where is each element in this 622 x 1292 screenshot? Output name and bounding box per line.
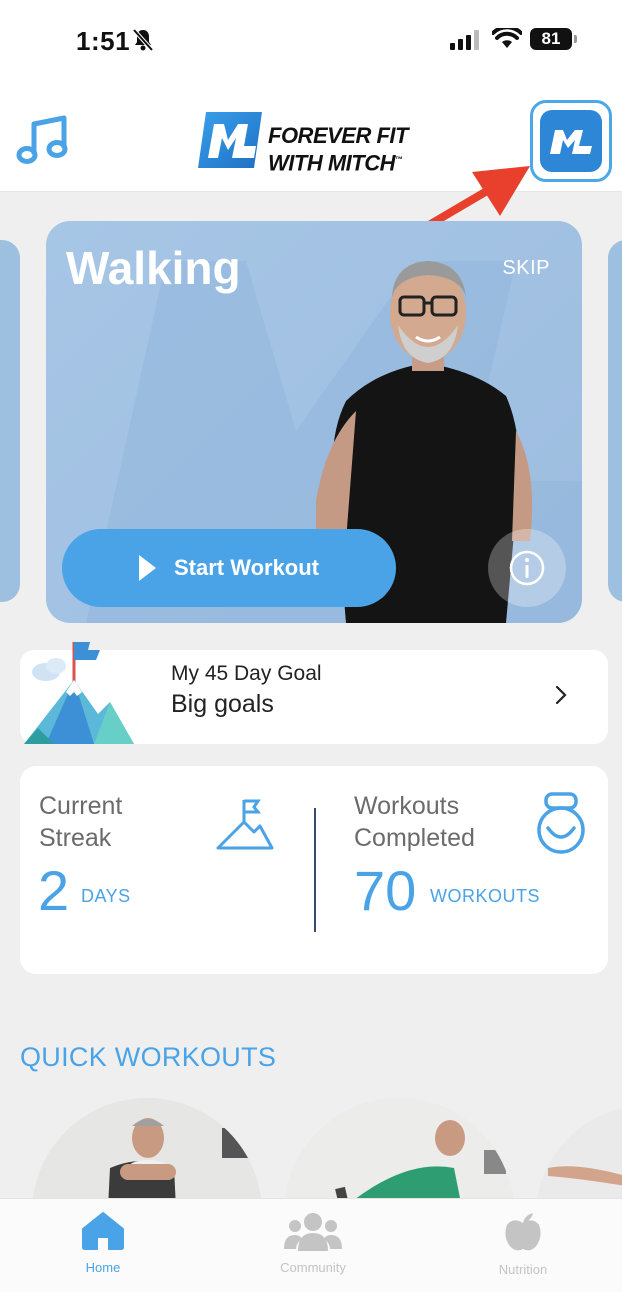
workouts-label-line-1: Workouts <box>354 792 460 820</box>
carousel-card-previous[interactable] <box>0 240 20 602</box>
profile-avatar <box>540 110 602 172</box>
workouts-label-line-2: Completed <box>354 824 475 852</box>
status-bar: 1:51 81 <box>0 0 622 80</box>
bottom-tab-bar: Home Community Nutrition <box>0 1198 622 1292</box>
home-icon <box>82 1212 124 1250</box>
start-workout-label: Start Workout <box>173 555 320 580</box>
battery-indicator: 81 <box>530 28 577 50</box>
profile-button[interactable] <box>530 100 612 182</box>
tab-home-label: Home <box>85 1260 121 1275</box>
streak-unit: DAYS <box>81 886 131 906</box>
streak-value: 2 <box>38 859 70 922</box>
tab-nutrition-label: Nutrition <box>498 1262 548 1277</box>
kettlebell-icon <box>537 792 585 854</box>
tab-nutrition[interactable]: Nutrition <box>468 1211 578 1277</box>
profile-logo-icon <box>550 130 592 154</box>
streak-label-line-2: Streak <box>39 824 112 852</box>
streak-label: Current Streak <box>39 790 122 854</box>
apple-icon <box>505 1213 541 1251</box>
bell-muted-icon <box>132 28 154 52</box>
goal-card[interactable]: My 45 Day Goal Big goals <box>20 642 608 744</box>
workouts-unit: WORKOUTS <box>430 886 540 906</box>
summit-flag-icon <box>216 799 274 850</box>
mountain-flag-icon <box>24 642 134 744</box>
goal-title: Big goals <box>171 690 274 718</box>
wifi-icon <box>492 28 522 48</box>
tab-community-label: Community <box>280 1260 346 1275</box>
logo-line-2: WITH MITCH <box>268 150 395 176</box>
logo-line-1: FOREVER FIT <box>268 123 408 148</box>
music-icon[interactable] <box>16 114 68 166</box>
logo-badge-icon <box>198 112 262 168</box>
stats-divider <box>314 808 316 932</box>
chevron-right-icon <box>555 685 567 705</box>
tab-community[interactable]: Community <box>258 1211 368 1275</box>
community-icon <box>284 1213 342 1251</box>
workouts-value: 70 <box>354 859 417 922</box>
status-time: 1:51 <box>76 26 131 56</box>
stats-card: Current Streak 2 DAYS Workouts Completed… <box>20 766 608 974</box>
carousel-card-next[interactable] <box>608 240 622 602</box>
streak-label-line-1: Current <box>39 792 123 820</box>
workouts-label: Workouts Completed <box>354 790 475 854</box>
quick-workouts-heading: QUICK WORKOUTS <box>20 1042 277 1072</box>
info-button[interactable] <box>488 529 566 607</box>
cell-signal-icon <box>450 30 479 50</box>
goal-subtitle: My 45 Day Goal <box>171 662 322 685</box>
tab-home[interactable]: Home <box>48 1211 158 1275</box>
info-icon <box>509 550 545 586</box>
start-workout-button[interactable]: Start Workout <box>62 529 396 607</box>
workout-title: Walking <box>66 242 241 294</box>
play-icon <box>138 555 156 581</box>
featured-workout-card[interactable]: Walking SKIP Start Workout <box>46 221 582 623</box>
